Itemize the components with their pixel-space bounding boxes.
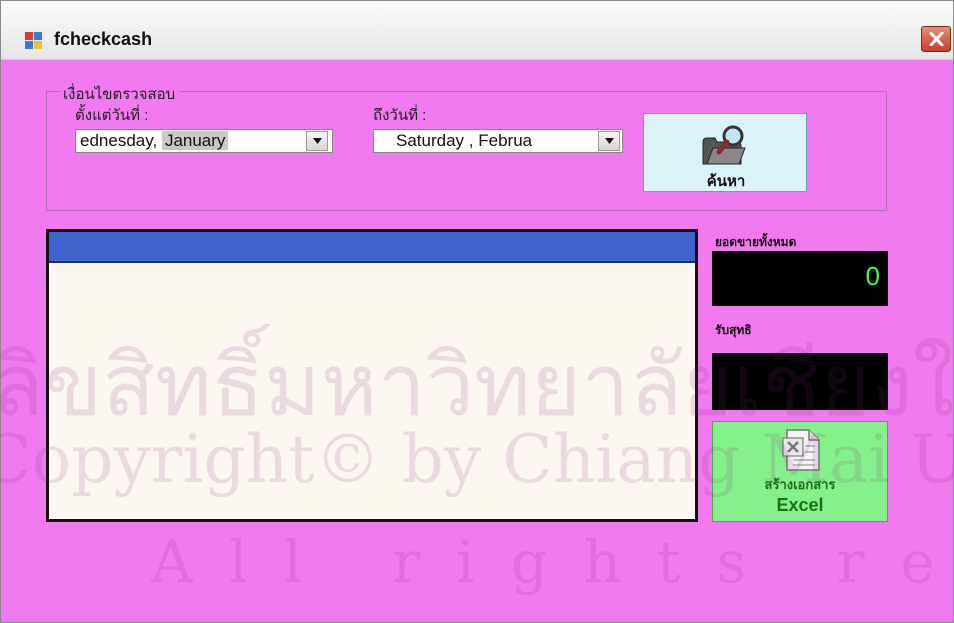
total-sales-label: ยอดขายทั้งหมด xyxy=(715,235,797,249)
net-received-display xyxy=(712,353,888,410)
to-date-label: ถึงวันที่ : xyxy=(373,107,427,124)
export-button-line2: Excel xyxy=(776,495,824,515)
from-date-label: ตั้งแต่วันที่ : xyxy=(75,107,149,124)
from-dropdown-button[interactable] xyxy=(306,131,328,151)
close-icon xyxy=(929,32,944,46)
chevron-down-icon xyxy=(313,138,322,144)
from-month-text: January xyxy=(161,131,229,150)
total-sales-value: 0 xyxy=(865,261,880,291)
title-bar[interactable]: fcheckcash xyxy=(1,1,953,60)
chevron-down-icon xyxy=(605,138,614,144)
excel-document-icon xyxy=(782,429,820,471)
total-sales-display: 0 xyxy=(712,251,888,306)
export-excel-button[interactable]: สร้างเอกสาร Excel xyxy=(712,421,888,522)
to-day-text: Saturday , xyxy=(396,131,474,150)
export-button-line1: สร้างเอกสาร xyxy=(764,478,836,493)
search-button-label: ค้นหา xyxy=(706,172,746,190)
grid-header xyxy=(49,232,695,263)
to-month-text: Februa xyxy=(478,131,533,150)
watermark-rights: All rights reserved xyxy=(151,528,954,596)
form-window: fcheckcash เงื่อนไขตรวจสอบ ตั้งแต่วันที่… xyxy=(0,0,954,623)
to-date-picker[interactable]: Saturday , Februa xyxy=(373,129,623,153)
window-title: fcheckcash xyxy=(54,29,153,49)
search-button[interactable]: ค้นหา xyxy=(643,113,807,192)
app-icon xyxy=(25,32,42,49)
close-button[interactable] xyxy=(921,26,951,52)
to-dropdown-button[interactable] xyxy=(598,131,620,151)
from-date-picker[interactable]: ednesday, January xyxy=(75,129,333,153)
net-received-label: รับสุทธิ xyxy=(715,323,752,337)
search-icon xyxy=(702,125,746,165)
from-day-text: ednesday, xyxy=(80,131,158,150)
results-grid[interactable] xyxy=(46,229,698,522)
